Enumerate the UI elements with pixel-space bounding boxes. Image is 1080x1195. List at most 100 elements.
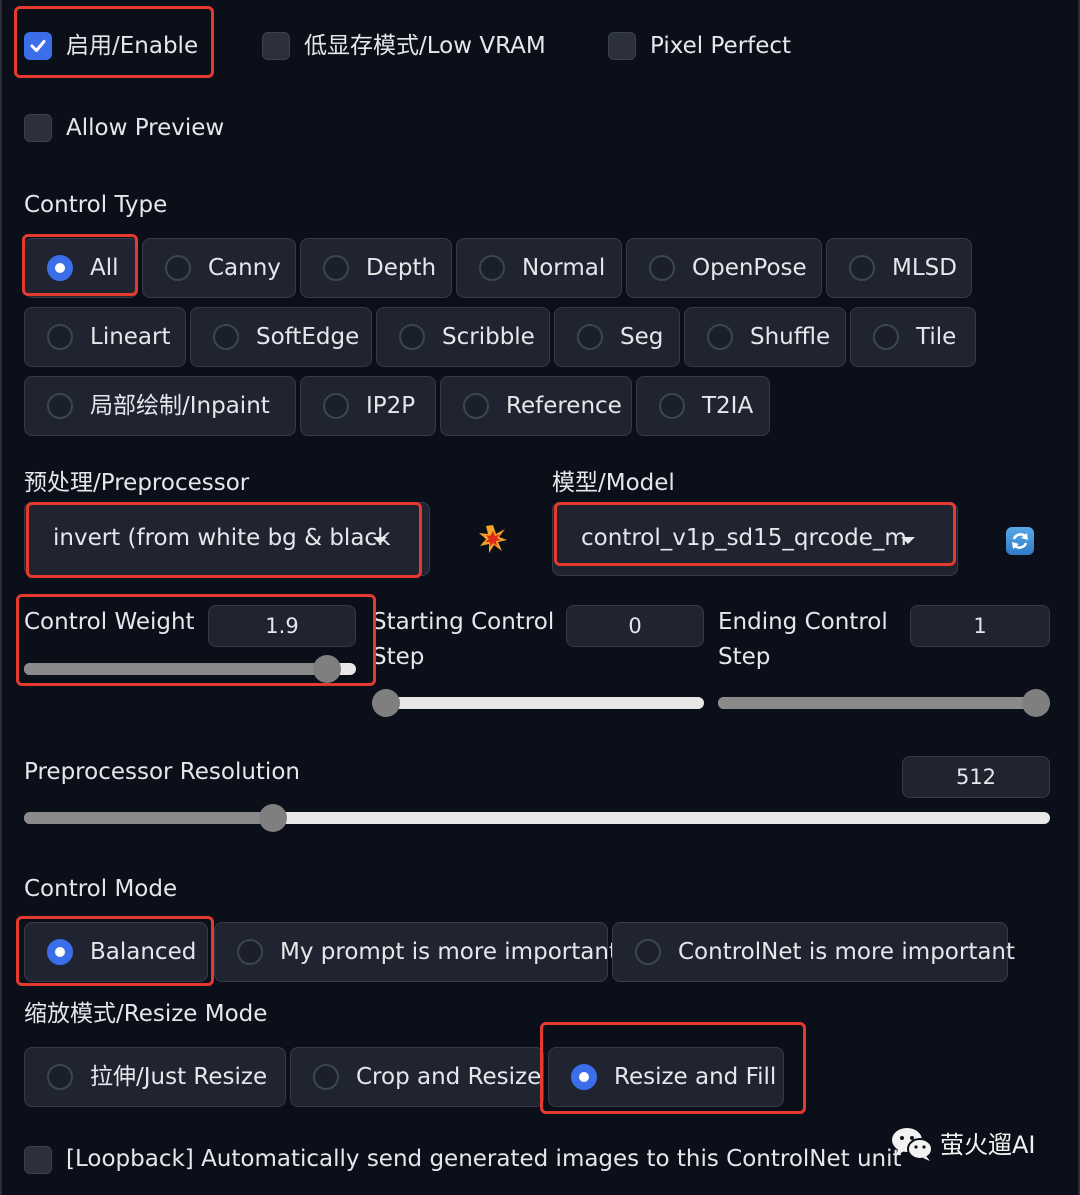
radio-icon bbox=[47, 324, 73, 350]
resize-mode-label: Crop and Resize bbox=[356, 1064, 542, 1090]
preprocessor-resolution-slider[interactable] bbox=[24, 804, 1050, 832]
low-vram-label: 低显存模式/Low VRAM bbox=[304, 33, 546, 59]
ending-step-label-line1: Ending Control bbox=[718, 609, 888, 635]
control-weight-slider[interactable] bbox=[24, 655, 356, 683]
control-type-label: SoftEdge bbox=[256, 324, 360, 350]
control-type-label: Seg bbox=[620, 324, 664, 350]
ending-step-slider[interactable] bbox=[718, 689, 1050, 717]
control-type-label: Shuffle bbox=[750, 324, 831, 350]
radio-icon bbox=[323, 393, 349, 419]
left-border bbox=[0, 0, 2, 1195]
control-mode-title: Control Mode bbox=[24, 876, 178, 902]
low-vram-checkbox[interactable] bbox=[262, 32, 290, 60]
control-type-t2ia[interactable]: T2IA bbox=[636, 376, 770, 436]
control-type-tile[interactable]: Tile bbox=[850, 307, 976, 367]
control-type-inpaint[interactable]: 局部绘制/Inpaint bbox=[24, 376, 296, 436]
resize-mode-just-resize[interactable]: 拉伸/Just Resize bbox=[24, 1047, 286, 1107]
starting-step-slider[interactable] bbox=[372, 689, 704, 717]
allow-preview-checkbox[interactable] bbox=[24, 114, 52, 142]
radio-icon bbox=[213, 324, 239, 350]
radio-icon bbox=[47, 939, 73, 965]
radio-icon bbox=[873, 324, 899, 350]
loopback-checkbox[interactable] bbox=[24, 1146, 52, 1174]
allow-preview-label: Allow Preview bbox=[66, 115, 225, 141]
preprocessor-title: 预处理/Preprocessor bbox=[24, 470, 250, 496]
control-mode-prompt[interactable]: My prompt is more important bbox=[214, 922, 618, 982]
pixel-perfect-checkbox[interactable] bbox=[608, 32, 636, 60]
model-title: 模型/Model bbox=[552, 470, 675, 496]
control-mode-controlnet[interactable]: ControlNet is more important bbox=[612, 922, 1015, 982]
explosion-icon[interactable] bbox=[478, 524, 508, 554]
control-type-softedge[interactable]: SoftEdge bbox=[190, 307, 372, 367]
radio-icon bbox=[47, 255, 73, 281]
slider-fill bbox=[24, 812, 273, 824]
watermark-text: 萤火遛AI bbox=[940, 1131, 1036, 1159]
control-type-canny[interactable]: Canny bbox=[142, 238, 296, 298]
control-mode-label: My prompt is more important bbox=[280, 939, 618, 965]
control-mode-label: Balanced bbox=[90, 939, 197, 965]
refresh-icon[interactable] bbox=[1006, 527, 1034, 555]
control-type-label: OpenPose bbox=[692, 255, 807, 281]
resize-mode-title: 缩放模式/Resize Mode bbox=[24, 1001, 268, 1027]
pixel-perfect-label: Pixel Perfect bbox=[650, 33, 792, 59]
control-type-label: Normal bbox=[522, 255, 606, 281]
model-value: control_v1p_sd15_qrcode_m bbox=[581, 525, 907, 551]
resize-mode-crop[interactable]: Crop and Resize bbox=[290, 1047, 544, 1107]
control-type-all[interactable]: All bbox=[24, 238, 138, 298]
radio-icon bbox=[849, 255, 875, 281]
slider-thumb[interactable] bbox=[372, 689, 400, 717]
control-mode-balanced[interactable]: Balanced bbox=[24, 922, 208, 982]
control-type-shuffle[interactable]: Shuffle bbox=[684, 307, 846, 367]
checkmark-icon bbox=[30, 40, 46, 52]
control-type-label: T2IA bbox=[702, 393, 754, 419]
radio-icon bbox=[571, 1064, 597, 1090]
control-type-ip2p[interactable]: IP2P bbox=[300, 376, 436, 436]
starting-step-label-line1: Starting Control bbox=[372, 609, 555, 635]
enable-checkbox[interactable] bbox=[24, 32, 52, 60]
control-type-openpose[interactable]: OpenPose bbox=[626, 238, 822, 298]
control-type-depth[interactable]: Depth bbox=[300, 238, 452, 298]
control-type-scribble[interactable]: Scribble bbox=[376, 307, 550, 367]
control-type-label: 局部绘制/Inpaint bbox=[90, 393, 270, 419]
ending-step-label-line2: Step bbox=[718, 644, 771, 670]
radio-icon bbox=[237, 939, 263, 965]
radio-icon bbox=[323, 255, 349, 281]
control-type-label: All bbox=[90, 255, 119, 281]
radio-icon bbox=[659, 393, 685, 419]
control-type-normal[interactable]: Normal bbox=[456, 238, 622, 298]
preprocessor-value: invert (from white bg & black bbox=[53, 525, 391, 551]
loopback-label: [Loopback] Automatically send generated … bbox=[66, 1146, 902, 1172]
radio-icon bbox=[313, 1064, 339, 1090]
control-type-label: Canny bbox=[208, 255, 281, 281]
control-type-seg[interactable]: Seg bbox=[554, 307, 680, 367]
slider-thumb[interactable] bbox=[258, 804, 287, 832]
control-type-title: Control Type bbox=[24, 192, 168, 218]
control-type-label: Reference bbox=[506, 393, 622, 419]
preprocessor-resolution-input[interactable]: 512 bbox=[902, 756, 1050, 798]
slider-thumb[interactable] bbox=[1022, 689, 1050, 717]
control-type-label: Depth bbox=[366, 255, 437, 281]
radio-icon bbox=[47, 393, 73, 419]
radio-icon bbox=[635, 939, 661, 965]
control-type-mlsd[interactable]: MLSD bbox=[826, 238, 972, 298]
model-dropdown[interactable]: control_v1p_sd15_qrcode_m bbox=[552, 502, 958, 576]
preprocessor-dropdown[interactable]: invert (from white bg & black bbox=[24, 502, 430, 576]
resize-mode-fill[interactable]: Resize and Fill bbox=[548, 1047, 784, 1107]
control-type-label: IP2P bbox=[366, 393, 416, 419]
control-weight-input[interactable]: 1.9 bbox=[208, 605, 356, 647]
control-mode-label: ControlNet is more important bbox=[678, 939, 1016, 965]
slider-thumb[interactable] bbox=[312, 655, 341, 683]
chevron-down-icon bbox=[901, 537, 915, 544]
control-type-reference[interactable]: Reference bbox=[440, 376, 632, 436]
control-type-lineart[interactable]: Lineart bbox=[24, 307, 186, 367]
starting-step-input[interactable]: 0 bbox=[566, 605, 704, 647]
resize-mode-label: Resize and Fill bbox=[614, 1064, 777, 1090]
control-type-label: MLSD bbox=[892, 255, 957, 281]
ending-step-input[interactable]: 1 bbox=[910, 605, 1050, 647]
control-type-label: Lineart bbox=[90, 324, 171, 350]
chevron-down-icon bbox=[373, 537, 387, 544]
radio-icon bbox=[479, 255, 505, 281]
slider-fill bbox=[24, 663, 327, 675]
radio-icon bbox=[165, 255, 191, 281]
radio-icon bbox=[649, 255, 675, 281]
